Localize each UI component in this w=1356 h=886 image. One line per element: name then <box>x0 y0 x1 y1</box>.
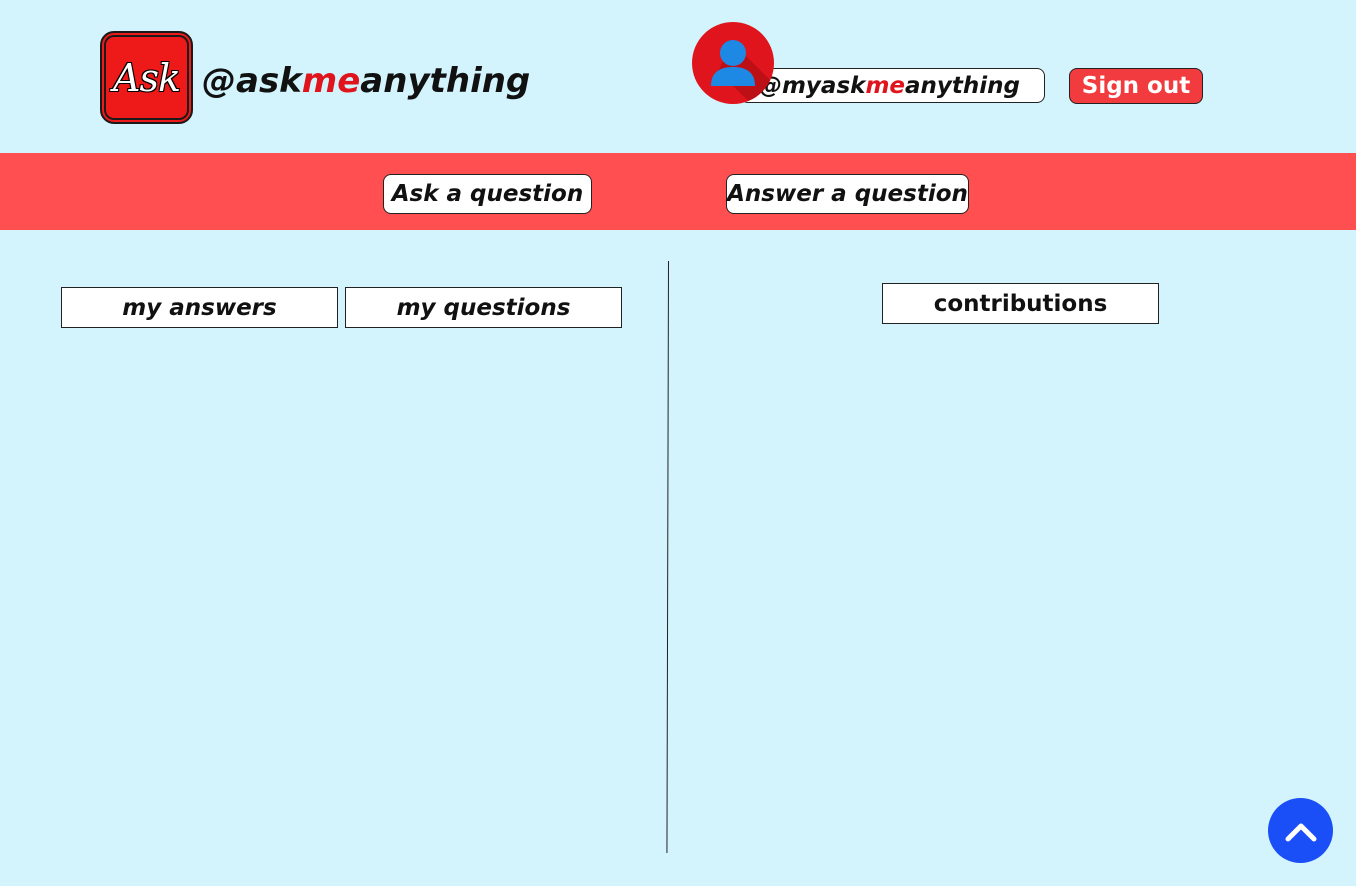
tab-contributions[interactable]: contributions <box>882 283 1159 324</box>
tab-my-answers[interactable]: my answers <box>61 287 338 328</box>
user-avatar-icon[interactable] <box>692 22 774 104</box>
user-handle-suffix: anything <box>905 72 1020 99</box>
ask-question-button[interactable]: Ask a question <box>383 174 592 214</box>
brand-handle-suffix: anything <box>360 61 531 101</box>
user-handle[interactable]: @myask me anything <box>740 68 1045 103</box>
answer-question-button[interactable]: Answer a question <box>726 174 969 214</box>
user-handle-prefix: @myask <box>758 72 866 99</box>
brand-handle-accent: me <box>301 61 361 101</box>
brand-handle-prefix: @ask <box>202 61 302 101</box>
nav-bar <box>0 153 1356 230</box>
logo[interactable]: Ask <box>100 31 193 124</box>
tab-my-questions[interactable]: my questions <box>345 287 622 328</box>
logo-text: Ask <box>113 55 181 100</box>
user-avatar-graphic <box>711 40 774 104</box>
user-handle-accent: me <box>865 72 906 99</box>
brand-title: @askmeanything <box>202 56 530 106</box>
scroll-top-button[interactable] <box>1268 798 1333 863</box>
sign-out-button[interactable]: Sign out <box>1069 68 1203 104</box>
panel-divider <box>666 261 669 854</box>
chevron-up-icon <box>1285 823 1316 841</box>
